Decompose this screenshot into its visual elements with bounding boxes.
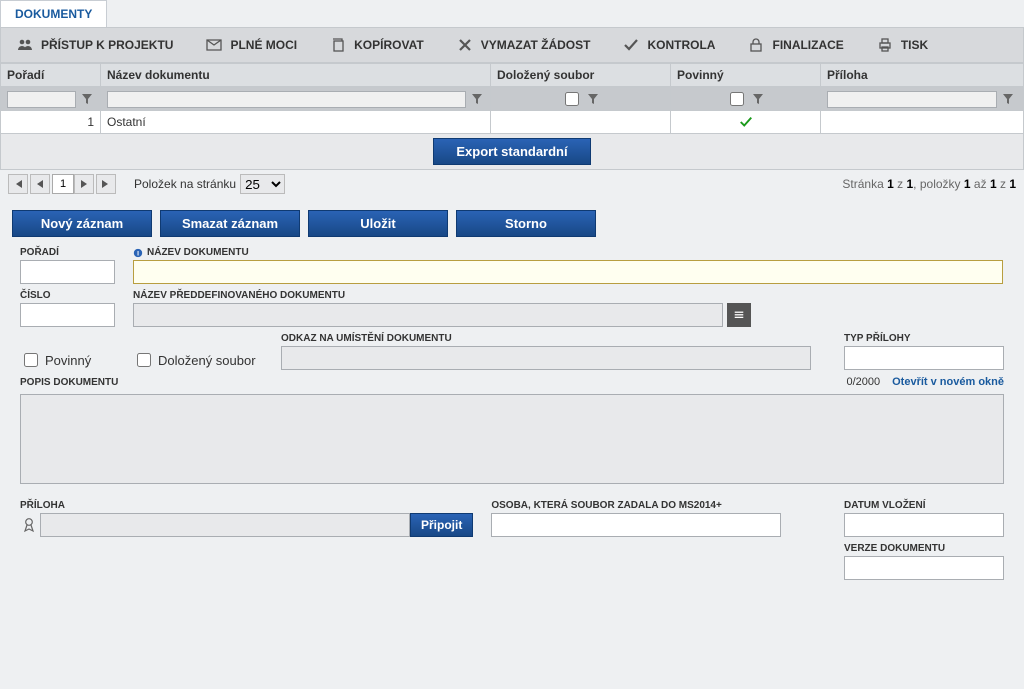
lbl-popis: POPIS DOKUMENTU <box>20 377 118 388</box>
grid-filter <box>0 87 1024 111</box>
pager-next-button[interactable] <box>74 174 94 194</box>
col-dolozeny[interactable]: Doložený soubor <box>491 64 671 86</box>
verze-dokumentu-input[interactable] <box>844 556 1004 580</box>
cell-priloha <box>821 111 1021 133</box>
lbl-priloha: PŘÍLOHA <box>20 500 473 511</box>
toolbar-tisk[interactable]: TISK <box>861 28 945 62</box>
pager-last-button[interactable] <box>96 174 116 194</box>
cell-poradi: 1 <box>1 111 101 133</box>
ulozit-button[interactable]: Uložit <box>308 210 448 237</box>
toolbar-plnemoci[interactable]: PLNÉ MOCI <box>190 28 314 62</box>
novy-zaznam-button[interactable]: Nový záznam <box>12 210 152 237</box>
lbl-cislo: ČÍSLO <box>20 290 115 301</box>
funnel-icon[interactable] <box>586 92 600 106</box>
pager-page-size-select[interactable]: 25 <box>240 174 285 194</box>
lbl-predef: NÁZEV PŘEDDEFINOVANÉHO DOKUMENTU <box>133 290 751 301</box>
pager-prev-button[interactable] <box>30 174 50 194</box>
predef-picker-button[interactable] <box>727 303 751 327</box>
export-bar: Export standardní <box>0 134 1024 170</box>
funnel-icon[interactable] <box>751 92 765 106</box>
cell-dolozeny <box>491 111 671 133</box>
funnel-icon[interactable] <box>470 92 484 106</box>
storno-button[interactable]: Storno <box>456 210 596 237</box>
cislo-input[interactable] <box>20 303 115 327</box>
lbl-verze: VERZE DOKUMENTU <box>844 543 1004 554</box>
people-icon <box>17 37 33 53</box>
funnel-icon[interactable] <box>80 92 94 106</box>
cell-nazev: Ostatní <box>101 111 491 133</box>
lbl-typ: TYP PŘÍLOHY <box>844 333 1004 344</box>
lbl-poradi: POŘADÍ <box>20 247 115 258</box>
priloha-input[interactable] <box>40 513 410 537</box>
document-form: POŘADÍ i NÁZEV DOKUMENTU ČÍSLO NÁZEV PŘE… <box>0 243 1024 588</box>
pager-items-label: Položek na stránku <box>134 177 236 191</box>
open-new-window-link[interactable]: Otevřít v novém okně <box>892 376 1004 388</box>
check-icon <box>623 37 639 53</box>
svg-text:i: i <box>137 250 139 257</box>
funnel-icon[interactable] <box>1001 92 1015 106</box>
filter-nazev[interactable] <box>107 91 466 108</box>
tab-dokumenty[interactable]: DOKUMENTY <box>0 0 107 27</box>
certificate-icon <box>20 513 38 537</box>
lbl-osoba: OSOBA, KTERÁ SOUBOR ZADALA DO MS2014+ <box>491 500 781 511</box>
odkaz-input[interactable] <box>281 346 811 370</box>
toolbar-kopirovat-label: KOPÍROVAT <box>354 38 424 52</box>
toolbar-vymazat-label: VYMAZAT ŽÁDOST <box>481 38 591 52</box>
pager-first-button[interactable] <box>8 174 28 194</box>
lbl-odkaz: ODKAZ NA UMÍSTĚNÍ DOKUMENTU <box>281 333 811 344</box>
toolbar-kontrola-label: KONTROLA <box>647 38 715 52</box>
toolbar-plnemoci-label: PLNÉ MOCI <box>230 38 297 52</box>
copy-icon <box>330 37 346 53</box>
lbl-datum: DATUM VLOŽENÍ <box>844 500 1004 511</box>
cross-icon <box>457 37 473 53</box>
filter-priloha[interactable] <box>827 91 997 108</box>
grid-header: Pořadí Název dokumentu Doložený soubor P… <box>0 63 1024 87</box>
poradi-input[interactable] <box>20 260 115 284</box>
toolbar-pristup-label: PŘÍSTUP K PROJEKTU <box>41 38 173 52</box>
lbl-dolozeny-check: Doložený soubor <box>158 353 256 368</box>
filter-poradi[interactable] <box>7 91 76 108</box>
col-nazev[interactable]: Název dokumentu <box>101 64 491 86</box>
typ-prilohy-input[interactable] <box>844 346 1004 370</box>
toolbar-kopirovat[interactable]: KOPÍROVAT <box>314 28 441 62</box>
pager-page-input[interactable] <box>52 174 74 194</box>
col-povinny[interactable]: Povinný <box>671 64 821 86</box>
table-row[interactable]: 1 Ostatní <box>0 111 1024 134</box>
toolbar-finalizace[interactable]: FINALIZACE <box>732 28 860 62</box>
predef-dokument-input[interactable] <box>133 303 723 327</box>
toolbar-kontrola[interactable]: KONTROLA <box>607 28 732 62</box>
toolbar-finalizace-label: FINALIZACE <box>772 38 843 52</box>
toolbar-vymazat[interactable]: VYMAZAT ŽÁDOST <box>441 28 608 62</box>
osoba-input[interactable] <box>491 513 781 537</box>
smazat-zaznam-button[interactable]: Smazat záznam <box>160 210 300 237</box>
toolbar-pristup[interactable]: PŘÍSTUP K PROJEKTU <box>1 28 190 62</box>
datum-vlozeni-input[interactable] <box>844 513 1004 537</box>
popis-counter: 0/2000 <box>846 376 880 388</box>
pager-info: Stránka 1 z 1, položky 1 až 1 z 1 <box>842 177 1016 191</box>
form-actions: Nový záznam Smazat záznam Uložit Storno <box>0 198 1024 243</box>
cell-povinny <box>671 111 821 133</box>
required-icon: i <box>133 248 143 258</box>
col-priloha[interactable]: Příloha <box>821 64 1021 86</box>
nazev-dokumentu-input[interactable] <box>133 260 1003 284</box>
pager: Položek na stránku 25 Stránka 1 z 1, pol… <box>0 170 1024 198</box>
col-poradi[interactable]: Pořadí <box>1 64 101 86</box>
print-icon <box>877 37 893 53</box>
dolozeny-checkbox[interactable] <box>137 353 151 367</box>
envelope-icon <box>206 37 222 53</box>
povinny-checkbox[interactable] <box>24 353 38 367</box>
export-standardni-button[interactable]: Export standardní <box>433 138 590 165</box>
popis-dokumentu-textarea[interactable] <box>20 394 1004 484</box>
lock-icon <box>748 37 764 53</box>
lbl-povinny-check: Povinný <box>45 353 91 368</box>
pripojit-button[interactable]: Připojit <box>410 513 473 537</box>
main-toolbar: PŘÍSTUP K PROJEKTU PLNÉ MOCI KOPÍROVAT V… <box>0 27 1024 63</box>
filter-povinny-check[interactable] <box>730 92 744 106</box>
filter-dolozeny-check[interactable] <box>565 92 579 106</box>
lbl-nazev: i NÁZEV DOKUMENTU <box>133 247 1004 258</box>
toolbar-tisk-label: TISK <box>901 38 928 52</box>
